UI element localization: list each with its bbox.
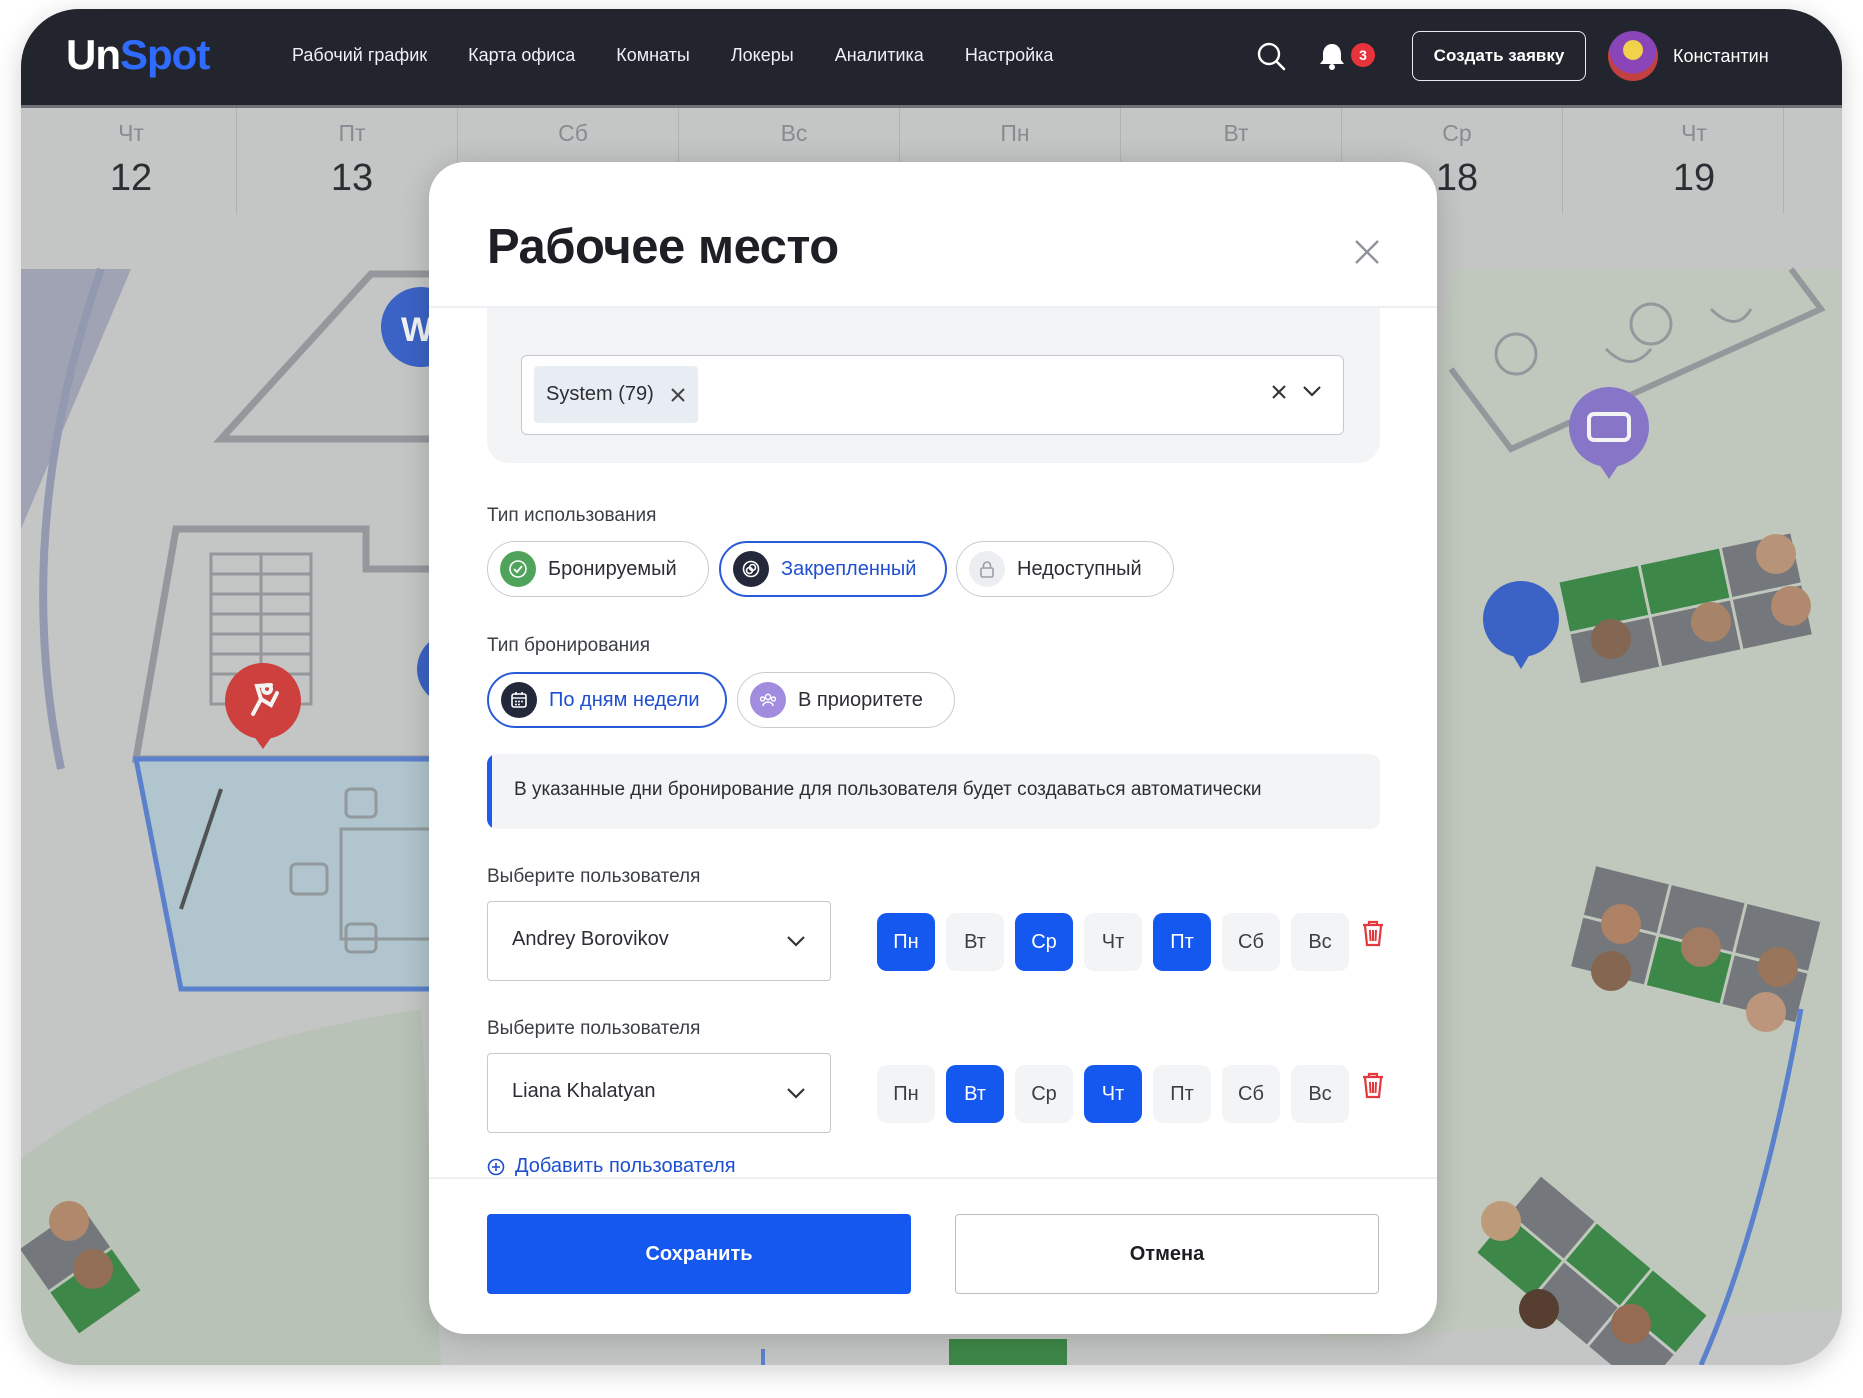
unspot-logo[interactable]: UnSpot	[66, 31, 210, 79]
group-icon	[750, 682, 786, 718]
chevron-down-icon	[787, 1088, 805, 1099]
chevron-down-icon[interactable]	[1302, 384, 1322, 398]
chevron-down-icon	[787, 936, 805, 947]
weekday-toggle[interactable]: Пн	[877, 913, 935, 971]
user-select-value: Liana Khalatyan	[512, 1080, 656, 1102]
booking-type-label: Тип бронирования	[487, 635, 651, 656]
user-name[interactable]: Константин	[1673, 46, 1769, 67]
weekday-toggle[interactable]: Ср	[1015, 913, 1073, 971]
weekday-toggle[interactable]: Чт	[1084, 913, 1142, 971]
weekday-toggle[interactable]: Сб	[1222, 913, 1280, 971]
app-window: UnSpot Рабочий график Карта офиса Комнат…	[21, 9, 1842, 1365]
weekday-toggle[interactable]: Пт	[1153, 1065, 1211, 1123]
modal-footer-divider	[429, 1177, 1437, 1179]
usage-option-fixed[interactable]: Закрепленный	[719, 541, 947, 597]
weekday-toggle[interactable]: Вс	[1291, 913, 1349, 971]
weekday-toggle[interactable]: Вт	[946, 913, 1004, 971]
booking-option-label: В приоритете	[798, 688, 923, 711]
clear-selection-icon[interactable]	[1271, 384, 1287, 400]
group-multiselect[interactable]: System (79)	[521, 355, 1344, 435]
link-icon	[733, 551, 769, 587]
booking-option-label: По дням недели	[549, 688, 700, 711]
group-chip: System (79)	[534, 366, 698, 423]
trash-icon[interactable]	[1359, 1070, 1387, 1100]
weekday-toggle[interactable]: Вс	[1291, 1065, 1349, 1123]
info-notice-text: В указанные дни бронирование для пользов…	[514, 779, 1262, 800]
usage-option-bookable[interactable]: Бронируемый	[487, 541, 709, 597]
modal-title: Рабочее место	[487, 220, 839, 274]
usage-type-label: Тип использования	[487, 505, 657, 526]
trash-icon[interactable]	[1359, 918, 1387, 948]
user-select[interactable]: Andrey Borovikov	[487, 901, 831, 981]
usage-option-label: Бронируемый	[548, 557, 677, 580]
booking-option-weekdays[interactable]: По дням недели	[487, 672, 727, 728]
workplace-modal: Рабочее место System (79) Тип использова…	[429, 162, 1437, 1334]
weekday-toggle[interactable]: Пн	[877, 1065, 935, 1123]
info-notice: В указанные дни бронирование для пользов…	[487, 754, 1380, 829]
add-user-link[interactable]: Добавить пользователя	[487, 1155, 736, 1178]
calendar-icon	[501, 682, 537, 718]
top-navigation-bar: UnSpot Рабочий график Карта офиса Комнат…	[21, 9, 1842, 108]
check-circle-icon	[500, 551, 536, 587]
user-select-value: Andrey Borovikov	[512, 928, 669, 950]
bell-icon[interactable]	[1318, 41, 1346, 71]
chip-remove-icon[interactable]	[670, 387, 686, 403]
weekday-toggle[interactable]: Пт	[1153, 913, 1211, 971]
nav-item-settings[interactable]: Настройка	[965, 45, 1054, 66]
weekday-toggle[interactable]: Чт	[1084, 1065, 1142, 1123]
nav-item-rooms[interactable]: Комнаты	[616, 45, 690, 66]
search-icon[interactable]	[1256, 41, 1286, 71]
plus-circle-icon	[487, 1158, 505, 1175]
add-user-label: Добавить пользователя	[515, 1155, 736, 1177]
user-avatar[interactable]	[1608, 31, 1658, 81]
weekday-toggle[interactable]: Вт	[946, 1065, 1004, 1123]
main-nav: Рабочий график Карта офиса Комнаты Локер…	[292, 45, 1094, 66]
cancel-button[interactable]: Отмена	[955, 1214, 1379, 1294]
nav-item-office-map[interactable]: Карта офиса	[468, 45, 575, 66]
save-button[interactable]: Сохранить	[487, 1214, 911, 1294]
weekday-toggle[interactable]: Сб	[1222, 1065, 1280, 1123]
select-user-label: Выберите пользователя	[487, 1018, 701, 1039]
weekday-toggle[interactable]: Ср	[1015, 1065, 1073, 1123]
usage-option-label: Недоступный	[1017, 557, 1142, 580]
usage-option-unavailable[interactable]: Недоступный	[956, 541, 1174, 597]
user-select[interactable]: Liana Khalatyan	[487, 1053, 831, 1133]
nav-item-analytics[interactable]: Аналитика	[835, 45, 924, 66]
logo-text-spot: Spot	[120, 31, 210, 78]
booking-option-priority[interactable]: В приоритете	[737, 672, 955, 728]
usage-option-label: Закрепленный	[781, 557, 917, 580]
nav-item-work-schedule[interactable]: Рабочий график	[292, 45, 427, 66]
notification-count-badge: 3	[1351, 43, 1375, 67]
logo-text-un: Un	[66, 31, 121, 78]
select-user-label: Выберите пользователя	[487, 866, 701, 887]
lock-icon	[969, 551, 1005, 587]
group-chip-label: System (79)	[546, 383, 654, 405]
close-icon[interactable]	[1354, 239, 1380, 265]
nav-item-lockers[interactable]: Локеры	[731, 45, 794, 66]
create-request-button[interactable]: Создать заявку	[1412, 31, 1586, 81]
